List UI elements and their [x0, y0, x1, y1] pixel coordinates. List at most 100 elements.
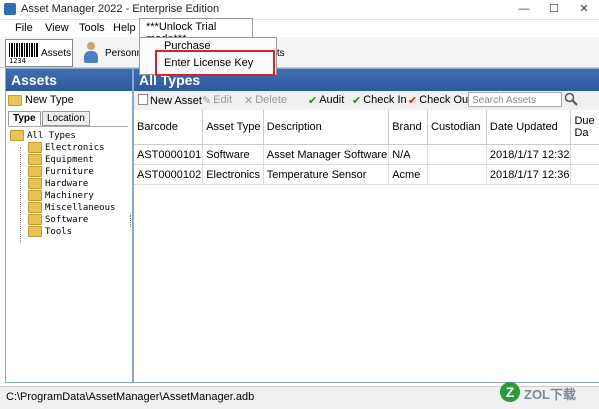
tree-item-all-types[interactable]: All Types: [10, 130, 76, 142]
tree-label: Tools: [45, 227, 73, 237]
cell: [570, 164, 599, 185]
assets-toolbar-button[interactable]: 1234 Assets: [5, 39, 73, 67]
col-date-updated[interactable]: Date Updated: [486, 110, 572, 145]
tree-label: All Types: [27, 131, 76, 141]
tree-item[interactable]: Tools: [28, 226, 72, 238]
tree-label: Software: [45, 215, 89, 225]
cell: Software: [202, 144, 264, 165]
check-out-button[interactable]: ✔ Check Out: [408, 94, 472, 107]
assets-panel-title: Assets: [6, 69, 132, 91]
table-row[interactable]: AST0000102 Electronics Temperature Senso…: [134, 164, 599, 185]
delete-button[interactable]: ✕ Delete: [244, 94, 288, 107]
menu-unlock-trial[interactable]: ***Unlock Trial mode***: [139, 18, 253, 45]
tree-label: Electronics: [45, 143, 105, 153]
folder-icon: [28, 178, 42, 189]
check-in-button[interactable]: ✔ Check In: [352, 94, 407, 107]
table-row[interactable]: AST0000101 Software Asset Manager Softwa…: [134, 144, 599, 165]
col-asset-type[interactable]: Asset Type: [202, 110, 264, 145]
tree-line: [20, 147, 21, 243]
barcode-icon: [9, 43, 39, 57]
cell: N/A: [388, 144, 428, 165]
new-document-icon: [138, 94, 148, 105]
tree-item[interactable]: Electronics: [28, 142, 105, 154]
app-icon: [4, 3, 16, 15]
tree-item[interactable]: Miscellaneous: [28, 202, 115, 214]
tree-item[interactable]: Furniture: [28, 166, 94, 178]
pencil-icon: ✎: [202, 95, 212, 107]
menu-view[interactable]: View: [45, 22, 69, 34]
cell: 2018/1/17 12:32: [486, 144, 572, 165]
tree-label: Machinery: [45, 191, 94, 201]
folder-icon: [28, 142, 42, 153]
cell: 2018/1/17 12:36: [486, 164, 572, 185]
folder-icon: [28, 154, 42, 165]
assets-label: Assets: [41, 48, 72, 59]
type-tree: All Types Electronics Equipment Furnitur…: [8, 126, 128, 377]
maximize-button[interactable]: ☐: [539, 0, 569, 19]
barcode-digits: 1234: [9, 57, 26, 65]
edit-button[interactable]: ✎ Edit: [202, 94, 233, 107]
check-in-label: Check In: [363, 94, 407, 106]
menu-bar: File View Tools Help: [0, 20, 599, 37]
col-description[interactable]: Description: [263, 110, 390, 145]
cell: AST0000102: [134, 164, 204, 185]
tree-item[interactable]: Software: [28, 214, 88, 226]
col-brand[interactable]: Brand: [388, 110, 428, 145]
check-in-icon: ✔: [352, 95, 362, 107]
database-path: C:\ProgramData\AssetManager\AssetManager…: [6, 391, 255, 403]
tree-item[interactable]: Machinery: [28, 190, 94, 202]
audit-button[interactable]: ✔ Audit: [308, 94, 345, 107]
tab-location[interactable]: Location: [42, 111, 90, 126]
title-bar: Asset Manager 2022 - Enterprise Edition …: [0, 0, 599, 20]
menu-tools[interactable]: Tools: [79, 22, 105, 34]
col-barcode[interactable]: Barcode: [134, 110, 204, 145]
tree-label: Equipment: [45, 155, 94, 165]
col-custodian[interactable]: Custodian: [427, 110, 487, 145]
search-input[interactable]: Search Assets: [468, 92, 562, 107]
delete-label: Delete: [255, 94, 288, 106]
tree-item[interactable]: Equipment: [28, 154, 94, 166]
delete-x-icon: ✕: [244, 95, 254, 107]
cell: [427, 164, 487, 185]
search-icon[interactable]: [564, 92, 582, 107]
audit-check-icon: ✔: [308, 95, 318, 107]
watermark-text: ZOL下载: [524, 387, 576, 402]
menu-file[interactable]: File: [15, 22, 33, 34]
assets-table: Barcode Asset Type Description Brand Cus…: [134, 110, 599, 185]
check-out-label: Check Out: [419, 94, 472, 106]
actions-bar: New Asset ✎ Edit ✕ Delete ✔ Audit ✔ Check In…: [134, 91, 599, 111]
cell: AST0000101: [134, 144, 204, 165]
folder-icon: [28, 226, 42, 237]
highlight-box: [155, 50, 275, 76]
tab-type[interactable]: Type: [8, 111, 41, 126]
table-header: Barcode Asset Type Description Brand Cus…: [134, 110, 599, 145]
minimize-button[interactable]: —: [509, 0, 539, 19]
new-type-button[interactable]: New Type: [8, 94, 74, 106]
assets-panel: Assets New Type Type Location All Types …: [5, 68, 133, 383]
close-button[interactable]: ✕: [569, 0, 599, 19]
folder-icon: [28, 214, 42, 225]
cell: [427, 144, 487, 165]
folder-icon: [28, 190, 42, 201]
tree-label: Miscellaneous: [45, 203, 116, 213]
new-asset-label: New Asset: [150, 95, 202, 107]
menu-help[interactable]: Help: [113, 22, 136, 34]
folder-icon: [28, 166, 42, 177]
new-asset-button[interactable]: New Asset: [138, 94, 202, 107]
tree-item[interactable]: Hardware: [28, 178, 88, 190]
col-due-date[interactable]: Due Da: [570, 110, 599, 145]
audit-label: Audit: [319, 94, 345, 106]
watermark-logo: Z ZOL下载: [496, 380, 599, 408]
folder-icon: [8, 94, 22, 106]
folder-icon: [28, 202, 42, 213]
folder-icon: [10, 130, 24, 141]
tree-label: Hardware: [45, 179, 89, 189]
edit-label: Edit: [213, 94, 233, 106]
cell: Acme: [388, 164, 428, 185]
window-title: Asset Manager 2022 - Enterprise Edition: [21, 3, 220, 15]
personnel-icon: [84, 42, 98, 64]
cell: Temperature Sensor: [263, 164, 390, 185]
watermark-letter: Z: [500, 382, 520, 402]
cell: Electronics: [202, 164, 264, 185]
all-types-panel: All Types New Asset ✎ Edit ✕ Delete ✔ Audit…: [133, 68, 599, 383]
